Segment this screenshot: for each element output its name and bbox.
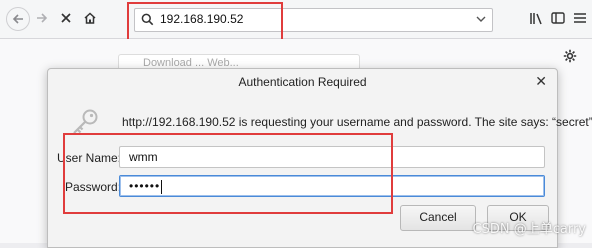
text-cursor (161, 179, 163, 194)
gear-icon[interactable] (563, 49, 577, 63)
forward-button[interactable] (31, 7, 53, 29)
close-icon (61, 13, 71, 23)
browser-toolbar: 192.168.190.52 (0, 0, 592, 39)
watermark: CSDN @上单carry (472, 222, 586, 237)
password-field[interactable]: •••••• (119, 175, 545, 197)
home-icon (84, 12, 96, 24)
arrow-right-icon (37, 13, 48, 23)
stop-button[interactable] (55, 7, 77, 29)
username-field[interactable]: wmm (119, 146, 545, 168)
arrow-left-icon (12, 14, 23, 24)
close-icon[interactable]: ✕ (535, 74, 547, 90)
password-label: Password: (65, 180, 122, 194)
library-icon[interactable] (529, 12, 543, 25)
dialog-message: http://192.168.190.52 is requesting your… (122, 115, 592, 129)
url-bar[interactable]: 192.168.190.52 (134, 8, 493, 32)
hamburger-menu-icon[interactable] (573, 12, 587, 24)
password-mask: •••••• (129, 179, 161, 193)
cancel-button[interactable]: Cancel (400, 205, 476, 231)
search-icon (141, 13, 154, 26)
username-label: User Name: (57, 151, 122, 165)
home-button[interactable] (79, 7, 101, 29)
back-button[interactable] (6, 7, 30, 31)
sidebar-icon[interactable] (551, 11, 565, 25)
dialog-title: Authentication Required (238, 75, 367, 89)
key-icon (73, 109, 98, 134)
chevron-down-icon[interactable] (476, 16, 486, 23)
url-text: 192.168.190.52 (160, 12, 244, 26)
